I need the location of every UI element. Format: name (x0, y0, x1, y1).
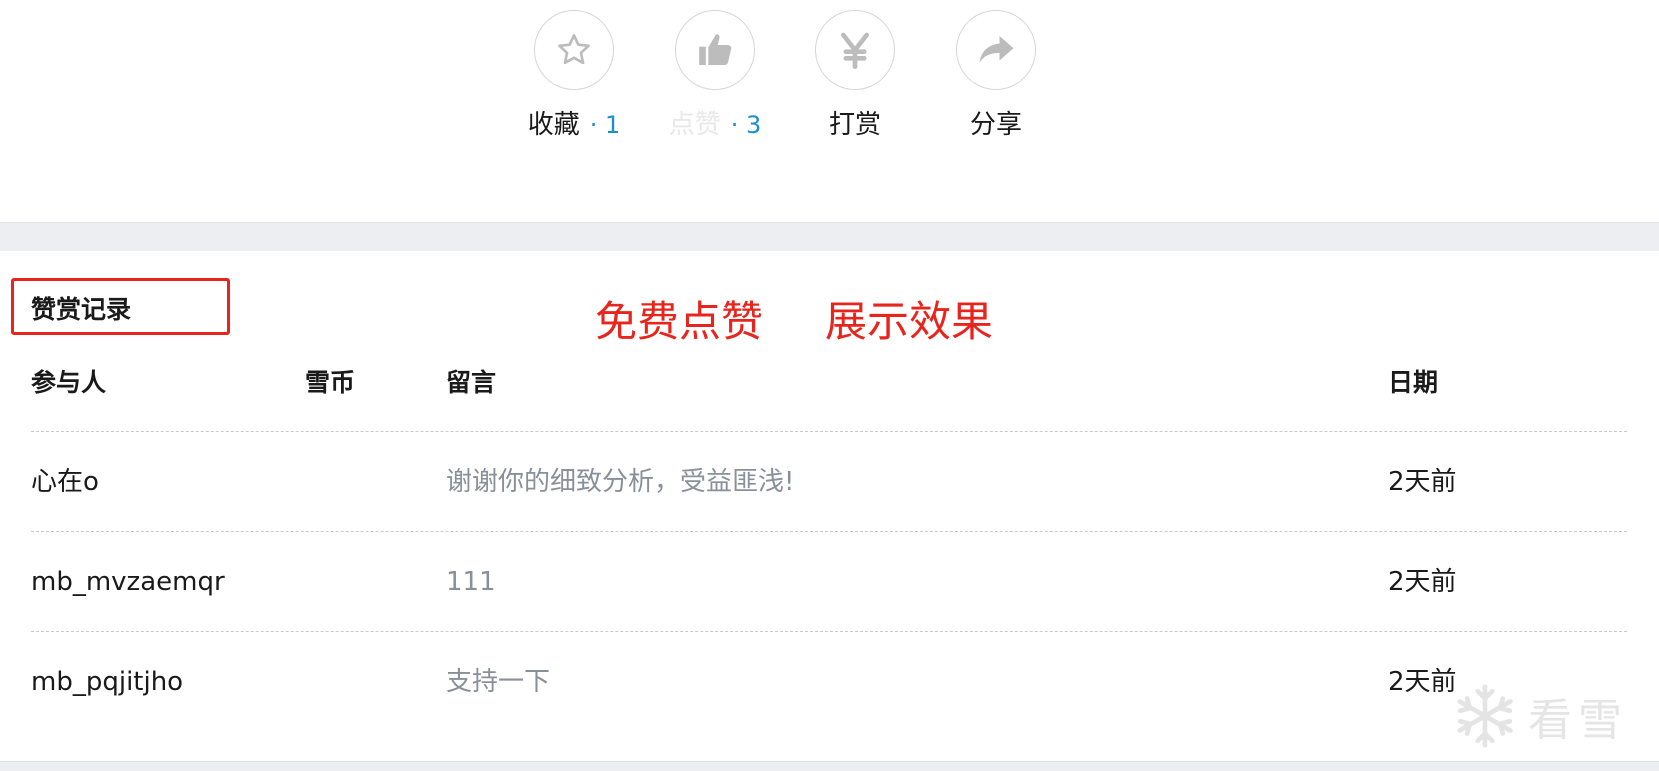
star-icon (558, 34, 590, 65)
participant-name[interactable]: mb_pqjitjho (31, 665, 183, 699)
date-text: 2天前 (1388, 667, 1457, 697)
annotation-text-free-like: 免费点赞 (595, 297, 764, 346)
share-label: 分享 (969, 110, 1022, 140)
row-divider (31, 431, 1627, 432)
snowflake-logo-icon (1457, 684, 1513, 748)
column-header-date: 日期 (1388, 368, 1439, 397)
section-gap-bottom (0, 761, 1659, 771)
like-action[interactable]: 点赞 · 3 (660, 10, 770, 142)
section-gap (0, 222, 1659, 251)
participant-name[interactable]: 心在o (31, 465, 99, 499)
tip-button[interactable] (815, 10, 895, 90)
date-text: 2天前 (1388, 467, 1457, 497)
row-divider (31, 631, 1627, 632)
thumbs-up-icon (699, 34, 732, 65)
tip-label: 打赏 (828, 110, 881, 140)
like-count: · 3 (730, 111, 762, 139)
column-header-participant: 参与人 (31, 368, 107, 397)
share-arrow-icon (979, 36, 1014, 63)
share-button[interactable] (956, 10, 1036, 90)
favorite-count: · 1 (589, 111, 621, 139)
favorite-label: 收藏 (527, 110, 580, 140)
yen-icon (841, 32, 869, 69)
share-action[interactable]: 分享 (941, 10, 1051, 142)
site-watermark: 看雪 (1450, 676, 1650, 756)
column-header-message: 留言 (446, 368, 497, 397)
column-header-coins: 雪币 (305, 368, 356, 397)
participant-name[interactable]: mb_mvzaemqr (31, 565, 225, 599)
favorite-button[interactable] (534, 10, 614, 90)
row-divider (31, 531, 1627, 532)
message-text: 111 (446, 567, 496, 597)
like-label: 点赞 (668, 110, 721, 140)
annotation-text-display-effect: 展示效果 (825, 297, 994, 346)
section-title: 赞赏记录 (31, 295, 132, 324)
message-text: 支持一下 (446, 667, 551, 697)
message-text: 谢谢你的细致分析，受益匪浅! (446, 467, 795, 497)
date-text: 2天前 (1388, 567, 1457, 597)
like-button[interactable] (675, 10, 755, 90)
favorite-action[interactable]: 收藏 · 1 (519, 10, 629, 142)
tip-action[interactable]: 打赏 (800, 10, 910, 142)
watermark-text: 看雪 (1528, 695, 1628, 746)
